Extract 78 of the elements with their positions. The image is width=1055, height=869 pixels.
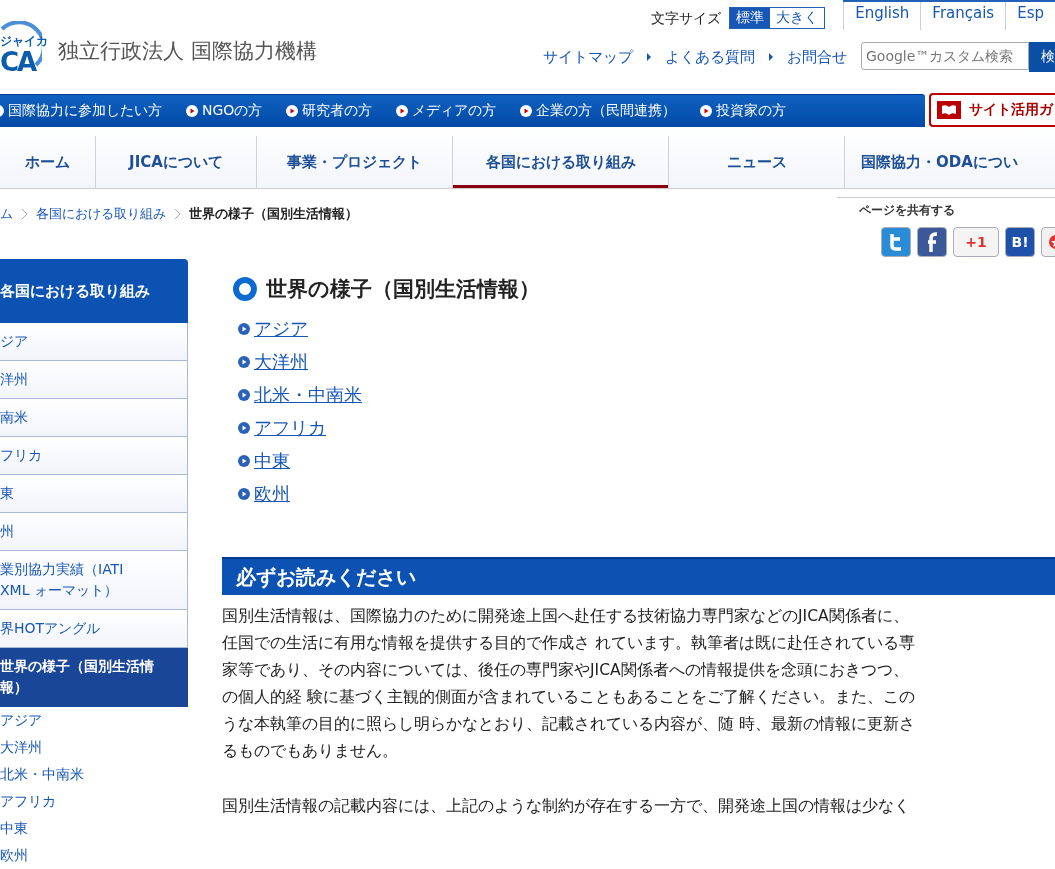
audience-link[interactable]: 投資家の方 [700, 101, 787, 120]
book-icon [937, 101, 961, 119]
region-link[interactable]: 欧州 [238, 482, 1055, 506]
region-link[interactable]: アフリカ [238, 416, 1055, 440]
sidebar-item[interactable]: フリカ [0, 437, 188, 475]
font-size-option[interactable]: 標準 [730, 8, 771, 28]
notice-heading: 必ずお読みください [222, 557, 1055, 595]
font-size-label: 文字サイズ [651, 10, 722, 28]
audience-link[interactable]: 研究者の方 [286, 101, 373, 120]
play-dot-icon [238, 488, 250, 500]
bookmark-button[interactable]: B! [1005, 227, 1035, 257]
language-link[interactable]: Esp [1005, 2, 1055, 30]
play-dot-icon [286, 104, 299, 117]
play-dot-icon [396, 104, 409, 117]
notice-paragraph: 国別生活情報の記載内容には、上記のような制約が存在する一方で、開発途上国の情報は少なく [222, 796, 911, 817]
logo-text: CA [0, 47, 36, 77]
breadcrumb-link[interactable]: ム [0, 205, 13, 223]
sidebar-subitem[interactable]: 大洋州 [0, 734, 188, 761]
main-nav-tab[interactable]: 国際協力・ODAについ [845, 136, 1055, 188]
arrow-icon [647, 53, 651, 61]
region-link[interactable]: アジア [238, 317, 1055, 341]
search-field[interactable]: Google™カスタム検索 [861, 42, 1029, 70]
sidebar-subitem[interactable]: 欧州 [0, 842, 188, 869]
language-link[interactable]: English [843, 2, 921, 30]
language-link[interactable]: Français [920, 2, 1006, 30]
play-dot-icon [520, 104, 533, 117]
sidebar-item[interactable]: 南米 [0, 399, 188, 437]
main-nav-tab[interactable]: JICAについて [96, 136, 257, 188]
sidebar-item[interactable]: 世界の様子（国別生活情報） [0, 648, 188, 707]
sidebar-subitem[interactable]: 中東 [0, 815, 188, 842]
chevron-icon [174, 208, 181, 220]
f-icon [926, 232, 938, 252]
sidebar-item[interactable]: 洋州 [0, 361, 188, 399]
sidebar-subitem[interactable]: アジア [0, 707, 188, 734]
audience-link[interactable]: 企業の方（民間連携） [520, 101, 677, 120]
play-dot-icon [700, 104, 713, 117]
region-link[interactable]: 北米・中南米 [238, 383, 1055, 407]
sidebar-subitem[interactable]: 北米・中南米 [0, 761, 188, 788]
guide-button[interactable]: サイト活用ガ [929, 93, 1055, 127]
share-label: ページを共有する [837, 197, 1055, 219]
main-nav-tab[interactable]: 事業・プロジェクト [257, 136, 453, 188]
arrow-icon [769, 53, 773, 61]
audience-link[interactable]: 国際協力に参加したい方 [0, 101, 162, 120]
play-dot-icon [238, 323, 250, 335]
play-dot-icon [186, 104, 198, 117]
sidebar-item[interactable]: 東 [0, 475, 188, 513]
main-nav-tab[interactable]: ニュース [669, 136, 845, 188]
breadcrumb-link[interactable]: 各国における取り組み [36, 205, 166, 223]
breadcrumb-current: 世界の様子（国別生活情報） [189, 205, 358, 223]
logo-ruby: ジャイカ [0, 33, 48, 50]
main-nav-tab[interactable]: 各国における取り組み [453, 136, 669, 188]
sidebar-item[interactable]: 界HOTアングル [0, 610, 188, 648]
play-dot-icon [238, 389, 250, 401]
main-nav-tab[interactable]: ホーム [0, 136, 96, 188]
play-dot-icon [238, 356, 250, 368]
utility-link[interactable]: よくある質問 [665, 47, 755, 67]
utility-link[interactable]: お問合せ [787, 47, 847, 67]
organization-name: 独立行政法人 国際協力機構 [58, 38, 317, 65]
sidebar-title: 各国における取り組み [0, 259, 188, 323]
ring-icon [232, 276, 258, 302]
region-link[interactable]: 中東 [238, 449, 1055, 473]
search-button[interactable]: 検 [1029, 42, 1055, 72]
plus-one-button[interactable]: +1 [953, 227, 999, 257]
sidebar-item[interactable]: ジア [0, 323, 188, 361]
utility-link[interactable]: サイトマップ [543, 47, 633, 67]
notice-paragraph: 国別生活情報は、国際協力のために開発途上国へ赴任する技術協力専門家などのJICA関係者に、 任国での生活に有用な情報を提供する目的で作成さ れています。執筆者は既に赴任されている専 家等であり、その内容については、後任の専門家やJICA関係者への情報提供を念頭におきつつ、 の個人的経 験に基づく主観的側面が含まれていることもあることをご了解ください。また、この うな本執筆の目的に照らし明らかなとおり、記載されている内容が、随 時、最新の情報に更新さ るものでもありません。 [222, 606, 916, 762]
sidebar-item[interactable]: 州 [0, 513, 188, 551]
play-dot-icon [238, 422, 250, 434]
t-icon [889, 233, 903, 251]
play-dot-icon [238, 455, 250, 467]
sidebar-subitem[interactable]: アフリカ [0, 788, 188, 815]
audience-link[interactable]: NGOの方 [186, 101, 263, 120]
f-share-button[interactable] [917, 227, 947, 257]
region-link[interactable]: 大洋州 [238, 350, 1055, 374]
audience-link[interactable]: メディアの方 [396, 101, 497, 120]
chevron-icon [21, 208, 28, 220]
page-title: 世界の様子（国別生活情報） [266, 276, 540, 303]
sidebar-item[interactable]: 業別協力実績（IATI XML ォーマット） [0, 551, 188, 610]
